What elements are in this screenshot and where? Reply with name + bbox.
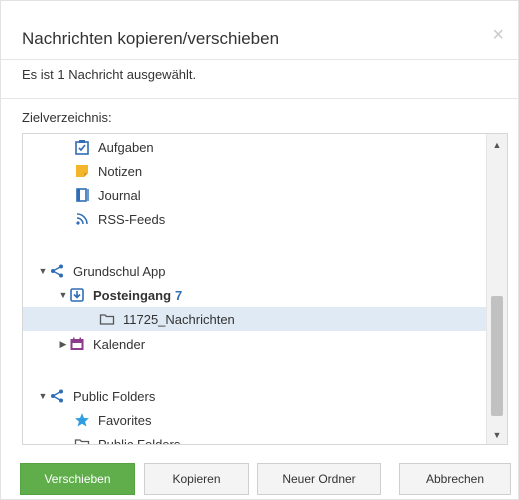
- tree-item-rss-feeds[interactable]: RSS-Feeds: [23, 207, 507, 231]
- tree-item-11725-nachrichten[interactable]: 11725_Nachrichten: [23, 307, 507, 331]
- tree-item-public-folders-root[interactable]: ▼ Public Folders: [23, 384, 503, 408]
- cancel-button[interactable]: Abbrechen: [399, 463, 511, 495]
- tree-item-grundschul-app[interactable]: ▼ Grundschul App: [23, 259, 503, 283]
- dialog-title: Nachrichten kopieren/verschieben: [22, 29, 280, 48]
- tree-item-public-folders[interactable]: Public Folders: [23, 432, 507, 445]
- scroll-up-icon[interactable]: ▲: [487, 140, 507, 150]
- tree-item-aufgaben[interactable]: Aufgaben: [23, 135, 507, 159]
- dialog-header: Nachrichten kopieren/verschieben ×: [1, 1, 518, 60]
- button-bar: Verschieben Kopieren Neuer Ordner Abbrec…: [1, 453, 518, 499]
- copy-move-dialog: Nachrichten kopieren/verschieben × Es is…: [0, 0, 519, 500]
- tree-item-favorites[interactable]: Favorites: [23, 408, 507, 432]
- tree-item-label: Posteingang: [93, 287, 172, 303]
- journal-icon: [74, 187, 90, 203]
- tree-item-posteingang[interactable]: ▼ Posteingang 7: [23, 283, 507, 307]
- calendar-icon: [69, 336, 85, 352]
- scrollbar-thumb[interactable]: [491, 296, 503, 416]
- tree-item-label: Notizen: [98, 163, 143, 179]
- tree-scrollbar[interactable]: ▲ ▼: [486, 134, 507, 444]
- chevron-down-icon[interactable]: ▼: [37, 266, 49, 276]
- selection-info: Es ist 1 Nachricht ausgewählt.: [22, 67, 197, 82]
- folder-icon: [74, 436, 90, 444]
- tree-item-label: Public Folders: [73, 388, 156, 404]
- notes-icon: [74, 163, 90, 179]
- copy-button[interactable]: Kopieren: [144, 463, 249, 495]
- tree-item-label: Public Folders: [98, 436, 181, 445]
- tree-item-label: Favorites: [98, 412, 152, 428]
- rss-icon: [74, 211, 90, 227]
- tree-item-label: 11725_Nachrichten: [123, 311, 235, 327]
- chevron-right-icon[interactable]: ▶: [57, 339, 69, 350]
- unread-count: 7: [175, 287, 183, 303]
- close-icon[interactable]: ×: [492, 25, 504, 45]
- share-icon: [49, 263, 65, 279]
- tree-item-label: Aufgaben: [98, 139, 154, 155]
- tree-item-kalender[interactable]: ▶ Kalender: [23, 332, 507, 356]
- scroll-down-icon[interactable]: ▼: [487, 430, 507, 440]
- divider: [1, 98, 518, 99]
- star-icon: [74, 412, 90, 428]
- tree-item-label: Grundschul App: [73, 263, 166, 279]
- target-folder-label: Zielverzeichnis:: [22, 110, 112, 125]
- tree-item-journal[interactable]: Journal: [23, 183, 507, 207]
- tasks-icon: [74, 139, 90, 155]
- tree-item-label: Kalender: [93, 336, 146, 352]
- inbox-icon: [69, 287, 85, 303]
- tree-item-label: Journal: [98, 187, 141, 203]
- chevron-down-icon[interactable]: ▼: [57, 290, 69, 300]
- folder-tree[interactable]: Aufgaben Notizen Journal RSS-Feeds ▼ Gru…: [22, 133, 508, 445]
- share-icon: [49, 388, 65, 404]
- tree-item-label: RSS-Feeds: [98, 211, 166, 227]
- chevron-down-icon[interactable]: ▼: [37, 391, 49, 401]
- folder-icon: [99, 311, 115, 327]
- tree-item-notizen[interactable]: Notizen: [23, 159, 507, 183]
- new-folder-button[interactable]: Neuer Ordner: [257, 463, 381, 495]
- move-button[interactable]: Verschieben: [20, 463, 135, 495]
